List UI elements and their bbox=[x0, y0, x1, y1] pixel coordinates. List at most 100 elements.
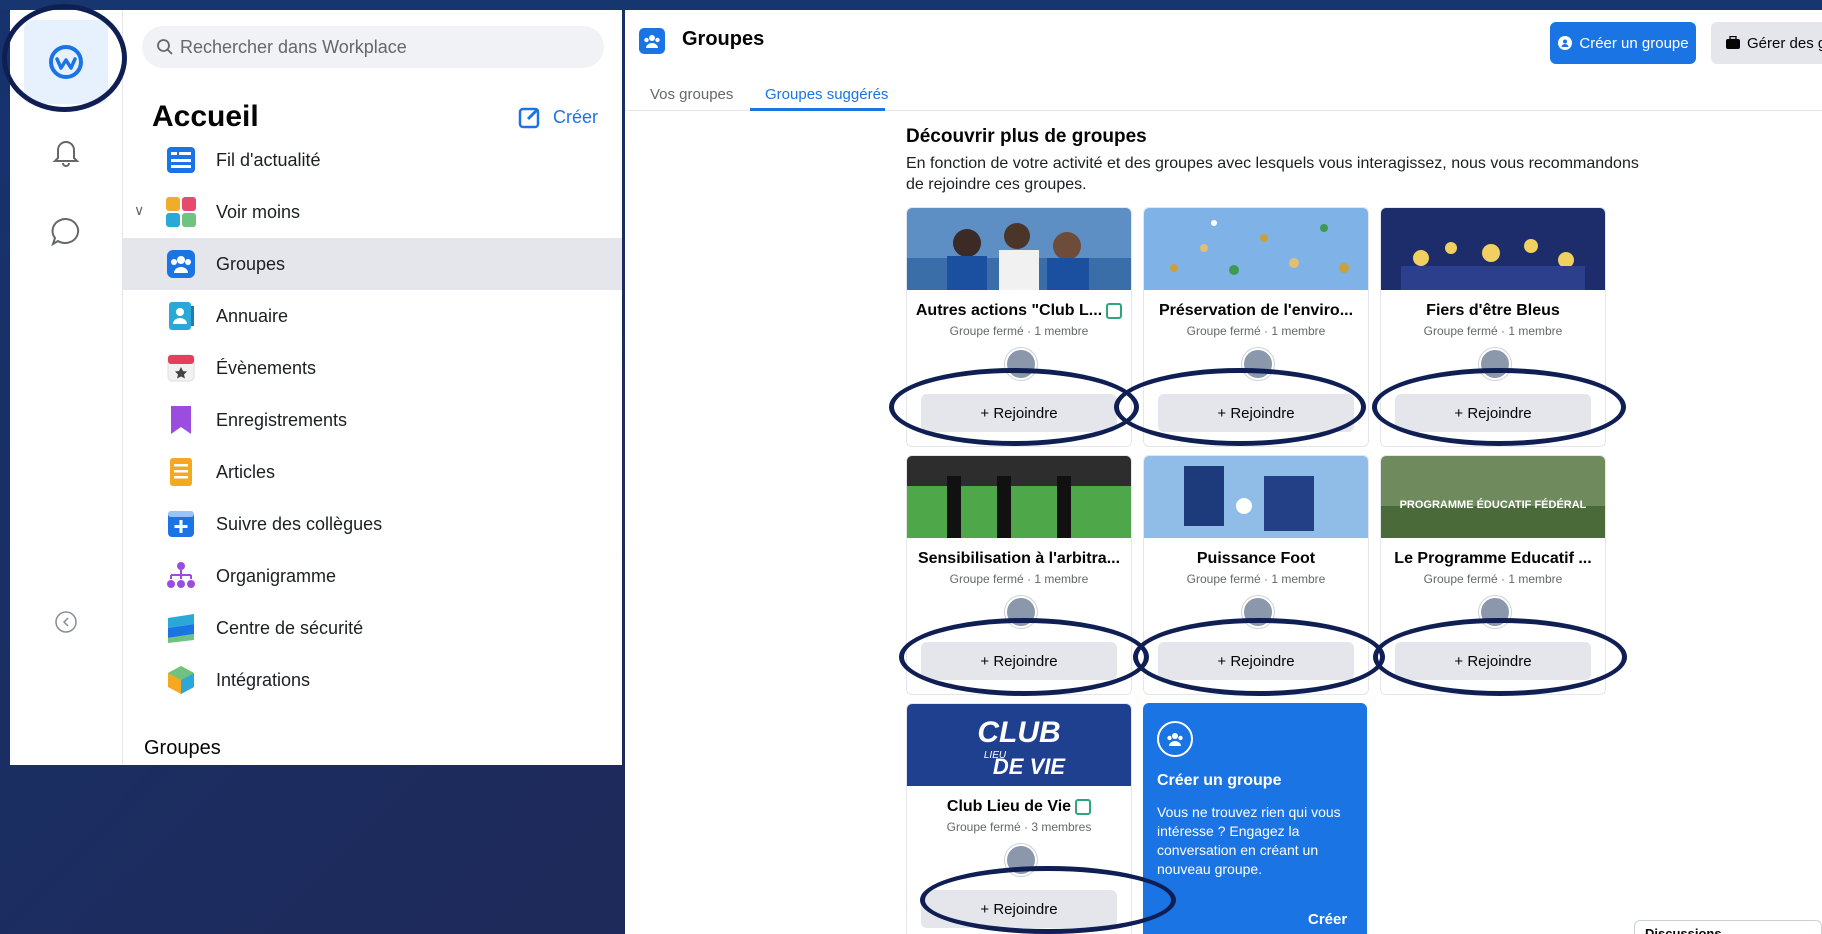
active-tab-indicator bbox=[750, 108, 885, 111]
group-meta: Groupe fermé · 1 membre bbox=[949, 324, 1089, 338]
sidebar-item-label: Groupes bbox=[216, 253, 286, 274]
sidebar-item-label: Organigramme bbox=[216, 565, 337, 586]
tab-suggested-groups[interactable]: Groupes suggérés bbox=[765, 86, 888, 103]
search-input[interactable] bbox=[174, 26, 582, 68]
member-avatar bbox=[1479, 596, 1511, 628]
create-card-button[interactable]: Créer bbox=[1308, 911, 1347, 928]
directory-icon bbox=[164, 299, 198, 333]
groups-icon bbox=[1157, 721, 1193, 757]
page-title: Accueil bbox=[152, 100, 259, 133]
join-button[interactable]: + Rejoindre bbox=[1395, 394, 1591, 432]
group-card[interactable]: PROGRAMME ÉDUCATIF FÉDÉRAL Le Programme … bbox=[1380, 455, 1606, 695]
apps-icon bbox=[164, 195, 198, 229]
groups-icon bbox=[164, 247, 198, 281]
group-name: Sensibilisation à l'arbitra... bbox=[917, 550, 1121, 567]
group-card[interactable]: CLUB LIEU DE VIE Club Lieu de Vie Groupe… bbox=[906, 703, 1132, 934]
group-cover-image bbox=[907, 208, 1131, 290]
member-avatar bbox=[1005, 844, 1037, 876]
search-bar[interactable] bbox=[142, 26, 604, 68]
sidebar-item-security-center[interactable]: Centre de sécurité bbox=[122, 602, 622, 654]
manage-groups-label: Gérer des gr bbox=[1747, 34, 1822, 52]
briefcase-icon bbox=[1726, 36, 1740, 49]
icon-rail bbox=[10, 10, 123, 765]
group-card[interactable]: Sensibilisation à l'arbitra... Groupe fe… bbox=[906, 455, 1132, 695]
group-meta: Groupe fermé · 3 membres bbox=[946, 820, 1092, 834]
group-name: Club Lieu de Vie bbox=[907, 798, 1131, 816]
chevron-down-icon: ∨ bbox=[134, 202, 145, 218]
tab-your-groups[interactable]: Vos groupes bbox=[650, 86, 733, 103]
left-navigation-panel: Accueil Créer Fil d'actualité ∨ Voir moi… bbox=[10, 10, 622, 765]
join-button[interactable]: + Rejoindre bbox=[921, 890, 1117, 928]
bookmark-icon bbox=[164, 403, 198, 437]
join-button[interactable]: + Rejoindre bbox=[921, 394, 1117, 432]
member-avatar bbox=[1479, 348, 1511, 380]
sidebar-item-follow-colleagues[interactable]: Suivre des collègues bbox=[122, 498, 622, 550]
news-feed-icon bbox=[164, 143, 198, 177]
chat-button[interactable] bbox=[24, 190, 108, 274]
group-name: Puissance Foot bbox=[1196, 550, 1316, 567]
sidebar-item-show-less[interactable]: ∨ Voir moins bbox=[122, 186, 622, 238]
create-group-button[interactable]: Créer un groupe bbox=[1550, 22, 1696, 64]
group-cover-image bbox=[907, 456, 1131, 538]
group-add-icon bbox=[1558, 36, 1573, 50]
discover-title: Découvrir plus de groupes bbox=[906, 126, 1147, 147]
sidebar-item-bookmarks[interactable]: Enregistrements bbox=[122, 394, 622, 446]
top-strip bbox=[0, 0, 1822, 10]
verified-badge-icon bbox=[1075, 798, 1092, 815]
group-cover-image bbox=[1144, 208, 1368, 290]
group-cover-image bbox=[1144, 456, 1368, 538]
group-meta: Groupe fermé · 1 membre bbox=[1423, 324, 1563, 338]
sidebar-item-articles[interactable]: Articles bbox=[122, 446, 622, 498]
org-chart-icon bbox=[164, 559, 198, 593]
security-center-icon bbox=[164, 611, 198, 645]
join-button[interactable]: + Rejoindre bbox=[1158, 394, 1354, 432]
chat-tab[interactable]: Discussions bbox=[1634, 920, 1822, 934]
notifications-button[interactable] bbox=[24, 110, 108, 194]
group-card[interactable]: Puissance Foot Groupe fermé · 1 membre +… bbox=[1143, 455, 1369, 695]
group-card[interactable]: Préservation de l'enviro... Groupe fermé… bbox=[1143, 207, 1369, 447]
group-card[interactable]: Fiers d'être Bleus Groupe fermé · 1 memb… bbox=[1380, 207, 1606, 447]
create-group-card: Créer un groupe Vous ne trouvez rien qui… bbox=[1143, 703, 1367, 934]
club-banner-subtitle: DE VIE bbox=[993, 754, 1066, 779]
sidebar-item-directory[interactable]: Annuaire bbox=[122, 290, 622, 342]
sidebar-item-events[interactable]: Évènements bbox=[122, 342, 622, 394]
main-content-panel: Groupes Créer un groupe Gérer des gr Vos… bbox=[625, 10, 1822, 934]
sidebar-item-label: Enregistrements bbox=[216, 409, 348, 430]
sidebar-nav-list: Fil d'actualité ∨ Voir moins Groupes Ann… bbox=[122, 134, 622, 706]
group-meta: Groupe fermé · 1 membre bbox=[1186, 572, 1326, 586]
group-name: Le Programme Educatif ... bbox=[1394, 550, 1592, 567]
group-name: Autres actions "Club L... bbox=[907, 302, 1131, 320]
create-card-text: Vous ne trouvez rien qui vous intéresse … bbox=[1157, 804, 1341, 877]
member-avatar bbox=[1242, 348, 1274, 380]
group-cover-image: PROGRAMME ÉDUCATIF FÉDÉRAL bbox=[1381, 456, 1605, 538]
sidebar-item-label: Centre de sécurité bbox=[216, 617, 364, 638]
sidebar-item-groups[interactable]: Groupes bbox=[122, 238, 622, 290]
sidebar-item-label: Intégrations bbox=[216, 669, 311, 690]
events-icon bbox=[164, 351, 198, 385]
group-cover-image: CLUB LIEU DE VIE bbox=[907, 704, 1131, 786]
groups-header-icon bbox=[639, 28, 665, 54]
chat-bubble-icon bbox=[51, 217, 80, 247]
verified-badge-icon bbox=[1106, 302, 1123, 319]
sidebar-item-org-chart[interactable]: Organigramme bbox=[122, 550, 622, 602]
follow-icon bbox=[164, 507, 198, 541]
articles-icon bbox=[164, 455, 198, 489]
sidebar-item-integrations[interactable]: Intégrations bbox=[122, 654, 622, 706]
manage-groups-button[interactable]: Gérer des gr bbox=[1711, 22, 1822, 64]
join-button[interactable]: + Rejoindre bbox=[921, 642, 1117, 680]
member-avatar bbox=[1242, 596, 1274, 628]
arrow-left-circle-icon bbox=[55, 611, 77, 633]
group-meta: Groupe fermé · 1 membre bbox=[1423, 572, 1563, 586]
create-button[interactable]: Créer bbox=[517, 96, 598, 138]
member-avatar bbox=[1005, 596, 1037, 628]
group-name-text: Autres actions "Club L... bbox=[915, 302, 1103, 319]
group-card[interactable]: Autres actions "Club L... Groupe fermé ·… bbox=[906, 207, 1132, 447]
collapse-sidebar-button[interactable] bbox=[24, 580, 108, 664]
sidebar-item-label: Évènements bbox=[216, 357, 317, 378]
join-button[interactable]: + Rejoindre bbox=[1395, 642, 1591, 680]
join-button[interactable]: + Rejoindre bbox=[1158, 642, 1354, 680]
sidebar-item-news-feed[interactable]: Fil d'actualité bbox=[122, 134, 622, 186]
member-avatar bbox=[1005, 348, 1037, 380]
group-meta: Groupe fermé · 1 membre bbox=[1186, 324, 1326, 338]
workplace-home-button[interactable] bbox=[24, 20, 108, 104]
